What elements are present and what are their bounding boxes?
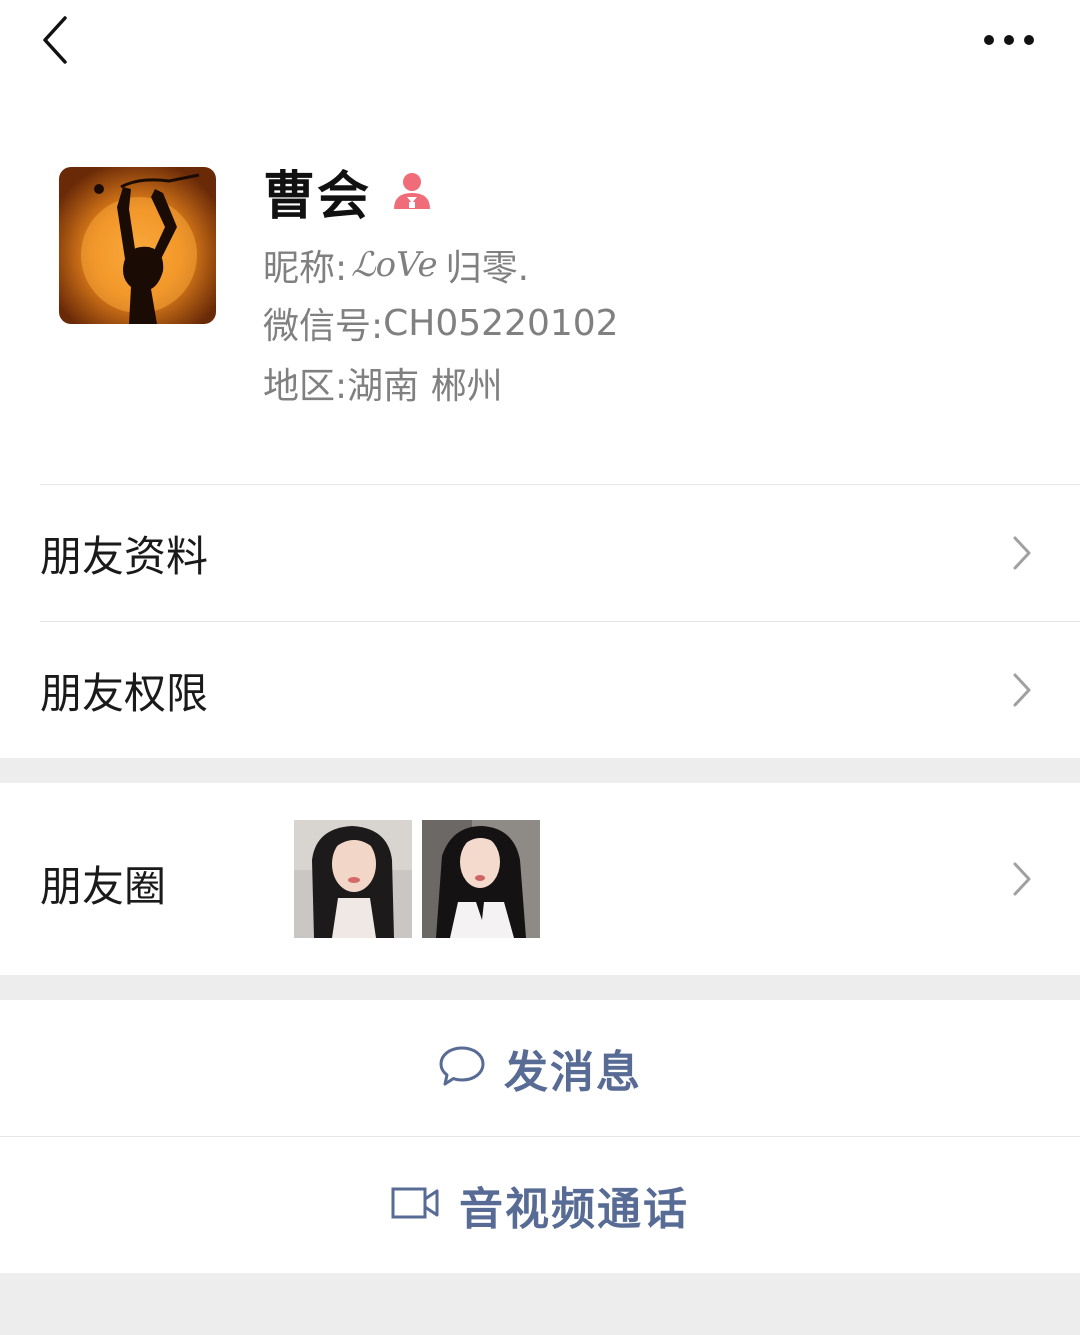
region-value: 湖南 郴州 (347, 366, 503, 407)
wechat-id-line: 微信号: CH05220102 (263, 298, 619, 348)
female-icon (391, 169, 435, 213)
actions-panel: 发消息 音视频通话 (0, 1000, 1080, 1273)
more-dots-icon (984, 35, 1034, 45)
region-line: 地区: 湖南 郴州 (263, 358, 503, 408)
friend-info-row[interactable]: 朋友资料 (0, 485, 1080, 621)
region-label: 地区: (263, 366, 348, 407)
wechat-id-value: CH05220102 (383, 302, 619, 344)
moments-row[interactable]: 朋友圈 (0, 783, 1080, 975)
video-call-button[interactable]: 音视频通话 (0, 1137, 1080, 1273)
name-row: 曹会 (263, 158, 435, 227)
chat-bubble-icon (438, 1044, 486, 1092)
friend-info-label: 朋友资料 (40, 531, 209, 581)
contact-name: 曹会 (263, 166, 372, 227)
chevron-right-icon (1012, 670, 1040, 710)
moments-photo (422, 820, 540, 938)
send-message-button[interactable]: 发消息 (0, 1000, 1080, 1136)
friend-permissions-label: 朋友权限 (40, 668, 209, 718)
send-message-label: 发消息 (504, 1047, 642, 1098)
chevron-right-icon (1012, 533, 1040, 573)
moments-photo (294, 820, 412, 938)
avatar[interactable] (59, 167, 216, 324)
nickname-script: ℒoVe (351, 245, 438, 285)
more-button[interactable] (974, 18, 1044, 62)
moments-label: 朋友圈 (40, 862, 167, 911)
profile-screen: 曹会 昵称: ℒoVe 归零. 微信号: CH05220102 地区: 湖南 郴… (0, 0, 1080, 1335)
video-camera-icon (391, 1185, 441, 1225)
profile-card: 曹会 昵称: ℒoVe 归零. 微信号: CH05220102 地区: 湖南 郴… (0, 0, 1080, 758)
friend-permissions-row[interactable]: 朋友权限 (0, 622, 1080, 758)
chevron-right-icon (1012, 859, 1040, 899)
chevron-left-icon (43, 16, 67, 64)
nickname-label: 昵称: (263, 248, 348, 289)
wechat-id-label: 微信号: (263, 306, 384, 347)
back-button[interactable] (30, 12, 80, 68)
nickname-value: 归零. (445, 248, 530, 289)
video-call-label: 音视频通话 (459, 1184, 689, 1235)
nickname-line: 昵称: ℒoVe 归零. (263, 240, 529, 290)
avatar-image (59, 167, 216, 324)
